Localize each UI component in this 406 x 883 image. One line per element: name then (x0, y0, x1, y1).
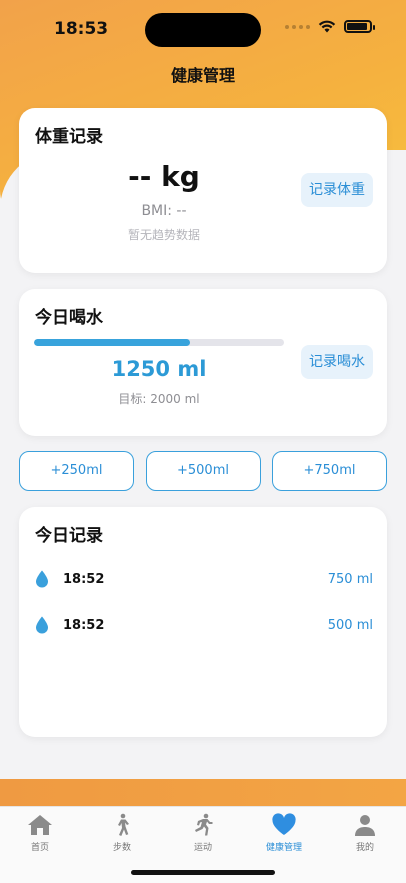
water-drop-icon (36, 616, 48, 634)
home-icon (28, 815, 52, 835)
tab-profile[interactable]: 我的 (335, 813, 395, 853)
page-title: 健康管理 (170, 66, 235, 85)
home-indicator (131, 870, 275, 875)
water-card-title: 今日喝水 (35, 308, 103, 328)
tab-home-label: 首页 (30, 843, 49, 853)
water-drop-icon (36, 570, 48, 588)
walking-icon (118, 813, 129, 836)
water-amount: 1250 ml (111, 357, 207, 381)
tab-health-label: 健康管理 (265, 843, 302, 853)
bmi-value: BMI: -- (141, 203, 187, 219)
trend-empty-text: 暂无趋势数据 (127, 228, 200, 242)
water-goal: 目标: 2000 ml (118, 392, 200, 406)
tab-exercise[interactable]: 运动 (173, 813, 233, 853)
tab-exercise-label: 运动 (193, 843, 212, 853)
weight-value: -- kg (128, 160, 200, 193)
quick-add-row: +250ml +500ml +750ml (19, 451, 387, 491)
log-entry: 18:52 750 ml (35, 567, 373, 591)
running-icon (195, 813, 213, 836)
weight-card-title: 体重记录 (35, 127, 103, 147)
log-entry-amount: 500 ml (327, 617, 373, 633)
weight-card: 体重记录 -- kg BMI: -- 暂无趋势数据 记录体重 (19, 108, 387, 273)
log-entry-amount: 750 ml (327, 571, 373, 587)
add-500ml-button[interactable]: +500ml (145, 451, 261, 491)
person-icon (355, 815, 375, 836)
tab-home[interactable]: 首页 (10, 813, 70, 853)
water-progress-bar (34, 339, 284, 346)
tab-profile-label: 我的 (355, 843, 374, 853)
footer-background (0, 779, 406, 809)
wifi-icon (318, 20, 336, 33)
water-card: 今日喝水 1250 ml 目标: 2000 ml 记录喝水 (19, 289, 387, 436)
battery-icon (344, 20, 375, 33)
water-progress-fill (34, 339, 191, 346)
record-weight-button[interactable]: 记录体重 (301, 173, 373, 207)
add-750ml-button[interactable]: +750ml (272, 451, 387, 491)
tab-steps[interactable]: 步数 (92, 813, 152, 853)
add-250ml-button[interactable]: +250ml (19, 451, 134, 491)
today-log-card: 今日记录 18:52 750 ml 18:52 500 ml (19, 507, 387, 737)
log-entry-time: 18:52 (63, 617, 105, 633)
cellular-signal-icon (285, 24, 310, 29)
heart-icon (272, 813, 296, 835)
tab-steps-label: 步数 (112, 843, 131, 853)
today-log-title: 今日记录 (35, 526, 103, 546)
status-bar: 18:53 (0, 0, 406, 56)
dynamic-island (145, 13, 261, 47)
record-water-button[interactable]: 记录喝水 (301, 345, 373, 379)
log-entry: 18:52 500 ml (35, 613, 373, 637)
status-icons (285, 20, 375, 33)
tab-health[interactable]: 健康管理 (254, 813, 314, 853)
status-time: 18:53 (54, 19, 109, 39)
log-entry-time: 18:52 (63, 571, 105, 587)
